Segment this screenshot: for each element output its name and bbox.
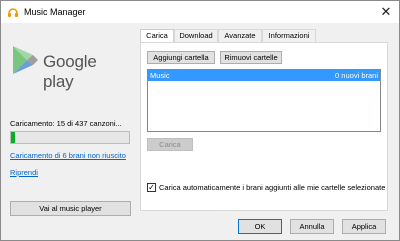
add-folder-button[interactable]: Aggiungi cartella: [147, 51, 215, 64]
logo-text: Google play: [43, 52, 97, 91]
upload-tab-panel: Aggiungi cartella Rimuovi cartelle Music…: [140, 42, 388, 211]
tab-download[interactable]: Download: [174, 29, 218, 42]
progress-fill: [11, 132, 15, 143]
upload-button[interactable]: Carica: [147, 138, 193, 151]
upload-status: Caricamento: 15 di 437 canzoni...: [10, 119, 122, 128]
apply-button[interactable]: Applica: [342, 219, 386, 234]
folder-row[interactable]: Music 0 nuovi brani: [148, 70, 380, 81]
left-panel: Google play Caricamento: 15 di 437 canzo…: [1, 23, 139, 240]
remove-folders-button[interactable]: Rimuovi cartelle: [220, 51, 282, 64]
checkmark-icon: ✓: [148, 183, 155, 192]
music-manager-window: Music Manager ✕ Google play Caricamento:…: [0, 0, 400, 241]
google-play-triangle-icon: [13, 46, 38, 74]
tab-info[interactable]: Informazioni: [262, 29, 316, 42]
close-icon: ✕: [380, 4, 392, 19]
cancel-button[interactable]: Annulla: [290, 219, 334, 234]
auto-upload-checkbox[interactable]: ✓: [147, 183, 156, 192]
auto-upload-label: Carica automaticamente i brani aggiunti …: [159, 183, 386, 192]
folder-name: Music: [150, 71, 170, 80]
failed-uploads-link[interactable]: Caricamento di 6 brani non riuscito: [10, 151, 126, 160]
window-title: Music Manager: [24, 7, 86, 17]
google-play-logo: Google play: [11, 45, 131, 91]
resume-link[interactable]: Riprendi: [10, 168, 38, 177]
upload-progress-bar: [10, 131, 130, 144]
tab-upload[interactable]: Carica: [140, 29, 174, 43]
headphones-icon: [8, 8, 18, 17]
go-to-music-player-button[interactable]: Vai al music player: [10, 201, 131, 216]
title-bar[interactable]: Music Manager ✕: [1, 1, 399, 23]
close-button[interactable]: ✕: [377, 3, 395, 21]
ok-button[interactable]: OK: [238, 219, 282, 234]
tab-advanced[interactable]: Avanzate: [218, 29, 262, 42]
folder-new-count: 0 nuovi brani: [335, 71, 378, 80]
folder-list[interactable]: Music 0 nuovi brani: [147, 69, 381, 132]
